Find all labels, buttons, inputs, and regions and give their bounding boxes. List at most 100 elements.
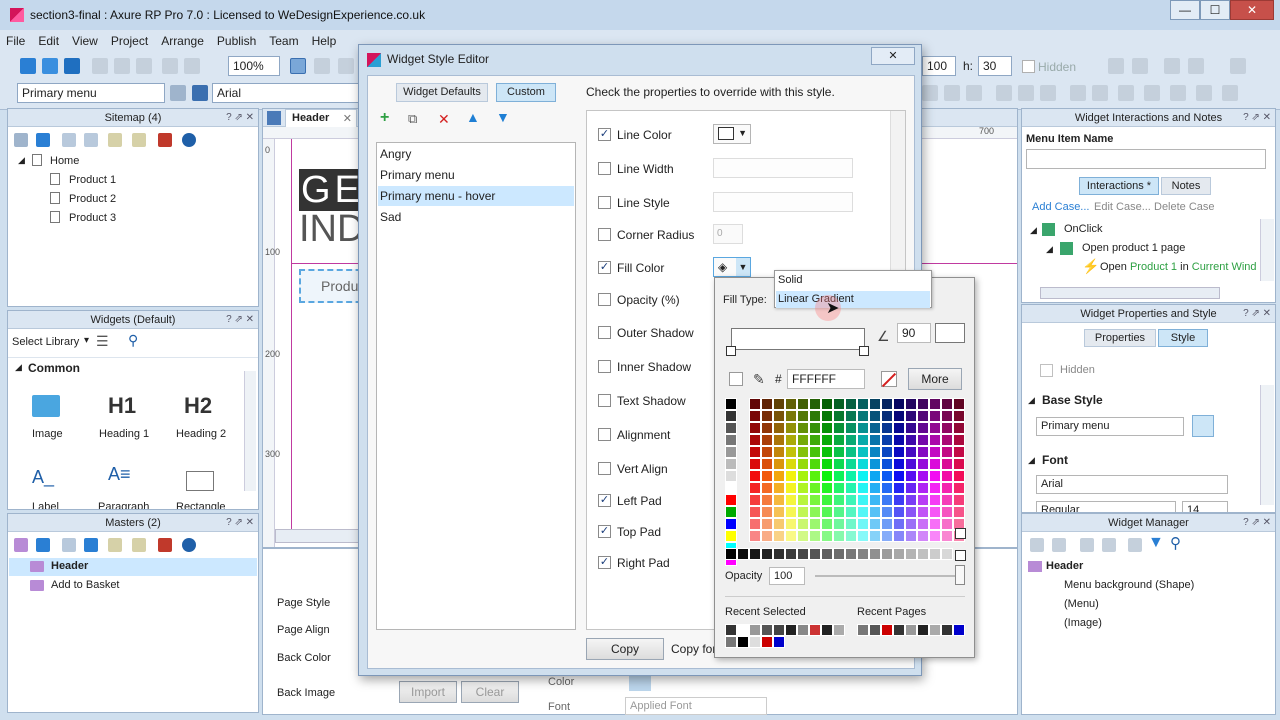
width-field[interactable]: 100 xyxy=(922,56,956,76)
bullet-icon[interactable] xyxy=(1070,85,1086,101)
color-swatch[interactable] xyxy=(845,548,857,560)
color-swatch[interactable] xyxy=(773,506,785,518)
indent-icon[interactable] xyxy=(108,538,122,552)
add-folder-icon[interactable] xyxy=(36,133,50,147)
color-swatch[interactable] xyxy=(785,398,797,410)
color-grid[interactable] xyxy=(749,398,965,542)
color-swatch[interactable] xyxy=(893,624,905,636)
edit-case-link[interactable]: Edit Case... xyxy=(1094,201,1151,213)
sitemap-item-product-3[interactable]: Product 3 xyxy=(69,212,116,224)
color-swatch[interactable] xyxy=(857,518,869,530)
delete-master-icon[interactable] xyxy=(158,538,172,552)
color-swatch[interactable] xyxy=(749,470,761,482)
color-swatch[interactable] xyxy=(725,434,737,446)
color-swatch[interactable] xyxy=(917,446,929,458)
color-swatch[interactable] xyxy=(905,470,917,482)
color-swatch[interactable] xyxy=(749,530,761,542)
label-widget-icon[interactable]: A_ xyxy=(32,467,54,488)
color-swatch[interactable] xyxy=(881,422,893,434)
color-swatch[interactable] xyxy=(785,494,797,506)
color-swatch[interactable] xyxy=(941,446,953,458)
add-page-icon[interactable] xyxy=(14,133,28,147)
tab-custom[interactable]: Custom xyxy=(496,83,556,102)
color-swatch[interactable] xyxy=(797,548,809,560)
color-swatch[interactable] xyxy=(917,398,929,410)
color-swatch[interactable] xyxy=(785,548,797,560)
color-swatch[interactable] xyxy=(773,434,785,446)
color-swatch[interactable] xyxy=(881,434,893,446)
master-item-header[interactable]: Header xyxy=(51,560,88,572)
color-swatch[interactable] xyxy=(941,624,953,636)
color-swatch[interactable] xyxy=(833,434,845,446)
color-swatch[interactable] xyxy=(953,470,965,482)
shadow-icon[interactable] xyxy=(1144,85,1160,101)
color-swatch[interactable] xyxy=(929,506,941,518)
tab-interactions[interactable]: Interactions * xyxy=(1079,177,1159,195)
duplicate-icon[interactable] xyxy=(1052,538,1066,552)
color-swatch[interactable] xyxy=(905,548,917,560)
props-scrollbar[interactable] xyxy=(1260,385,1274,505)
clear-button[interactable]: Clear xyxy=(461,681,519,703)
collapse-icon[interactable]: ◢ xyxy=(15,362,22,373)
delete-page-icon[interactable] xyxy=(158,133,172,147)
inner-shadow-checkbox[interactable] xyxy=(598,360,611,373)
color-swatch[interactable] xyxy=(845,434,857,446)
eyedropper-icon[interactable]: ✎ xyxy=(753,371,765,388)
color-swatch[interactable] xyxy=(749,548,761,560)
color-swatch[interactable] xyxy=(821,506,833,518)
maximize-button[interactable]: ☐ xyxy=(1200,0,1230,20)
color-swatch[interactable] xyxy=(785,458,797,470)
color-swatch[interactable] xyxy=(929,458,941,470)
color-swatch[interactable] xyxy=(845,422,857,434)
text-shadow-checkbox[interactable] xyxy=(598,394,611,407)
add-folder-icon[interactable] xyxy=(36,538,50,552)
add-master-icon[interactable] xyxy=(14,538,28,552)
move-style-down-icon[interactable]: ▼ xyxy=(496,109,510,125)
color-swatch[interactable] xyxy=(725,506,737,518)
color-swatch[interactable] xyxy=(761,518,773,530)
color-swatch[interactable] xyxy=(797,410,809,422)
color-swatch[interactable] xyxy=(785,518,797,530)
color-swatch[interactable] xyxy=(941,398,953,410)
color-swatch[interactable] xyxy=(941,458,953,470)
color-swatch[interactable] xyxy=(761,482,773,494)
color-swatch[interactable] xyxy=(845,494,857,506)
color-swatch[interactable] xyxy=(857,494,869,506)
color-swatch[interactable] xyxy=(857,446,869,458)
color-swatch[interactable] xyxy=(953,482,965,494)
opacity-slider-track[interactable] xyxy=(815,575,961,577)
arrow-style-icon[interactable] xyxy=(1196,85,1212,101)
color-swatch[interactable] xyxy=(821,530,833,542)
color-swatch[interactable] xyxy=(857,482,869,494)
color-swatch[interactable] xyxy=(917,624,929,636)
send-back-icon[interactable] xyxy=(1188,58,1204,74)
color-swatch[interactable] xyxy=(893,494,905,506)
color-swatch[interactable] xyxy=(833,518,845,530)
color-swatch[interactable] xyxy=(725,548,737,560)
color-swatch[interactable] xyxy=(725,446,737,458)
color-swatch[interactable] xyxy=(761,636,773,648)
color-swatch[interactable] xyxy=(953,494,965,506)
style-item-primary-menu-hover[interactable]: Primary menu - hover xyxy=(380,189,495,203)
hex-input[interactable]: FFFFFF xyxy=(787,369,865,389)
color-swatch[interactable] xyxy=(725,410,737,422)
image-widget-icon[interactable] xyxy=(32,395,60,417)
color-swatch[interactable] xyxy=(821,398,833,410)
align-middle-icon[interactable] xyxy=(1018,85,1034,101)
color-swatch[interactable] xyxy=(881,482,893,494)
logo-subtext[interactable]: IND xyxy=(299,209,367,249)
color-swatch[interactable] xyxy=(941,422,953,434)
color-swatch[interactable] xyxy=(797,458,809,470)
bring-front-icon[interactable] xyxy=(1164,58,1180,74)
color-swatch[interactable] xyxy=(869,494,881,506)
color-swatch[interactable] xyxy=(953,434,965,446)
move-style-up-icon[interactable]: ▲ xyxy=(466,109,480,125)
minimize-button[interactable]: — xyxy=(1170,0,1200,20)
panel-controls[interactable]: ? ⇗ ✕ xyxy=(226,311,254,329)
corner-radius-field[interactable]: 0 xyxy=(713,224,743,244)
color-swatch[interactable] xyxy=(797,518,809,530)
opacity-input[interactable]: 100 xyxy=(769,567,805,585)
add-state-icon[interactable] xyxy=(1030,538,1044,552)
color-swatch[interactable] xyxy=(761,470,773,482)
color-swatch[interactable] xyxy=(929,530,941,542)
